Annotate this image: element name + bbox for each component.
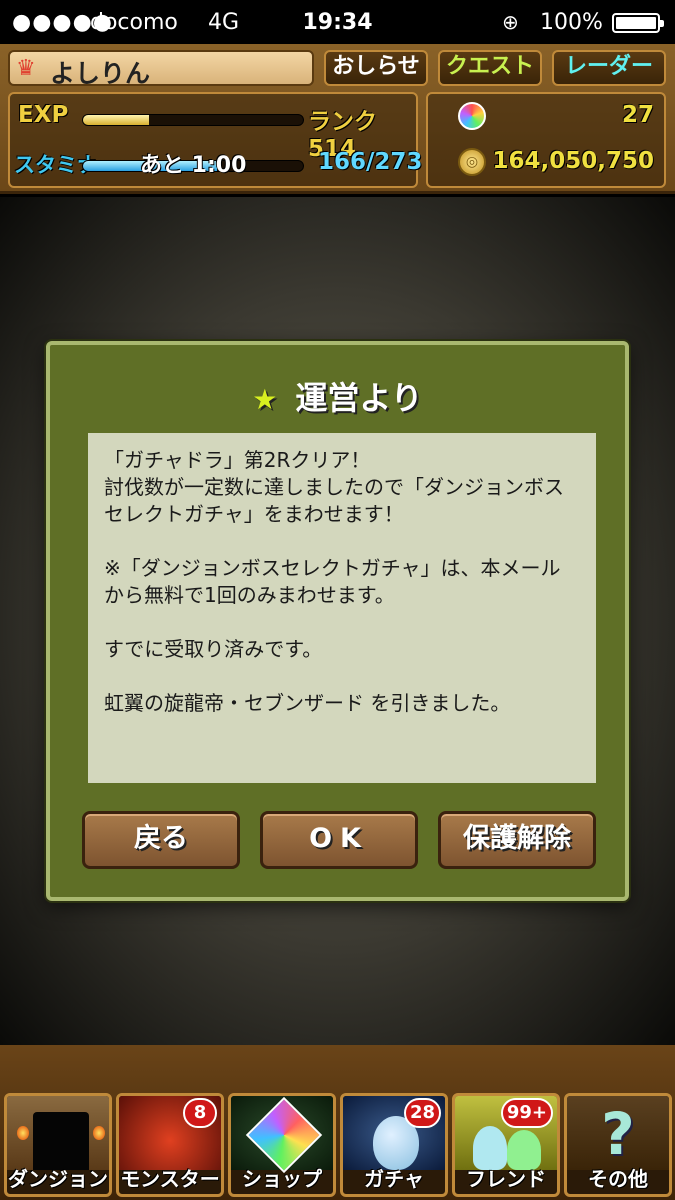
crown-icon: ♛	[16, 56, 36, 81]
coin-count: 164,050,750	[492, 148, 654, 174]
rotation-lock-icon: ⊕	[502, 10, 519, 34]
nav-other[interactable]: ? その他	[564, 1093, 672, 1197]
star-icon: ★	[252, 383, 278, 416]
magic-stone-count: 27	[621, 102, 654, 128]
quest-button[interactable]: クエスト	[438, 50, 542, 86]
nav-monster[interactable]: 8 モンスター	[116, 1093, 224, 1197]
nav-label: フレンド	[466, 1167, 546, 1191]
nav-label: その他	[588, 1167, 648, 1191]
nav-label: ショップ	[242, 1167, 322, 1191]
nav-gacha[interactable]: 28 ガチャ	[340, 1093, 448, 1197]
nav-label: モンスター	[120, 1167, 220, 1191]
nav-shop[interactable]: ショップ	[228, 1093, 336, 1197]
radar-button[interactable]: レーダー	[552, 50, 666, 86]
coin-icon: ◎	[458, 148, 486, 176]
exp-bar	[82, 114, 304, 126]
dialog-title: ★ 運営より	[50, 373, 625, 419]
ok-button[interactable]: OK	[260, 811, 418, 869]
magic-stone-icon	[458, 102, 486, 130]
game-header: ♛ よしりん おしらせ クエスト レーダー EXP ランク 514 スタミナ あ…	[0, 44, 675, 194]
message-paragraph: ※「ダンジョンボスセレクトガチャ」は、本メールから無料で1回のみまわせます。	[104, 556, 561, 607]
currency-panel: 27 ◎ 164,050,750	[426, 92, 666, 188]
dialog-title-text: 運営より	[295, 379, 423, 417]
app-screen: ●●●●● docomo 4G 19:34 ⊕ 100% ♛ よしりん おしらせ…	[0, 0, 675, 1200]
notification-badge: 99+	[500, 1098, 553, 1128]
rainbow-gem-icon	[231, 1096, 333, 1174]
unprotect-button[interactable]: 保護解除	[438, 811, 596, 869]
message-paragraph: 「ガチャドラ」第2Rクリア！ 討伐数が一定数に達しましたので「ダンジョンボスセレ…	[104, 448, 564, 526]
nav-label: ガチャ	[364, 1167, 424, 1191]
exp-stamina-panel: EXP ランク 514 スタミナ あと 1:00 166/273	[8, 92, 422, 188]
player-name-box[interactable]: ♛ よしりん	[8, 50, 314, 88]
nav-friend[interactable]: 99+ フレンド	[452, 1093, 560, 1197]
main-area: ★ 運営より 「ガチャドラ」第2Rクリア！ 討伐数が一定数に達しましたので「ダンジ…	[0, 197, 675, 1045]
battery-icon	[612, 13, 664, 33]
nav-dungeon[interactable]: ダンジョン	[4, 1093, 112, 1197]
stamina-recovery-time: あと 1:00	[140, 153, 247, 178]
notification-badge: 8	[183, 1098, 217, 1128]
bottom-nav: ダンジョン 8 モンスター ショップ 28 ガチャ 99+ フレンド ? その他	[0, 1045, 675, 1200]
notification-badge: 28	[403, 1098, 441, 1128]
message-paragraph: 虹翼の旋龍帝・セブンザード を引きました。	[104, 691, 511, 715]
message-dialog: ★ 運営より 「ガチャドラ」第2Rクリア！ 討伐数が一定数に達しましたので「ダンジ…	[46, 341, 629, 901]
status-bar: ●●●●● docomo 4G 19:34 ⊕ 100%	[0, 0, 675, 44]
question-mark-icon: ?	[567, 1096, 669, 1170]
message-body: 「ガチャドラ」第2Rクリア！ 討伐数が一定数に達しましたので「ダンジョンボスセレ…	[88, 433, 596, 783]
battery-percent: 100%	[540, 10, 603, 35]
exp-label: EXP	[18, 102, 69, 128]
message-paragraph: すでに受取り済みです。	[104, 637, 323, 661]
news-button[interactable]: おしらせ	[324, 50, 428, 86]
dungeon-gate-icon	[7, 1096, 109, 1170]
back-button[interactable]: 戻る	[82, 811, 240, 869]
stamina-value: 166/273	[318, 149, 423, 175]
player-name: よしりん	[50, 59, 151, 88]
nav-label: ダンジョン	[8, 1167, 108, 1191]
